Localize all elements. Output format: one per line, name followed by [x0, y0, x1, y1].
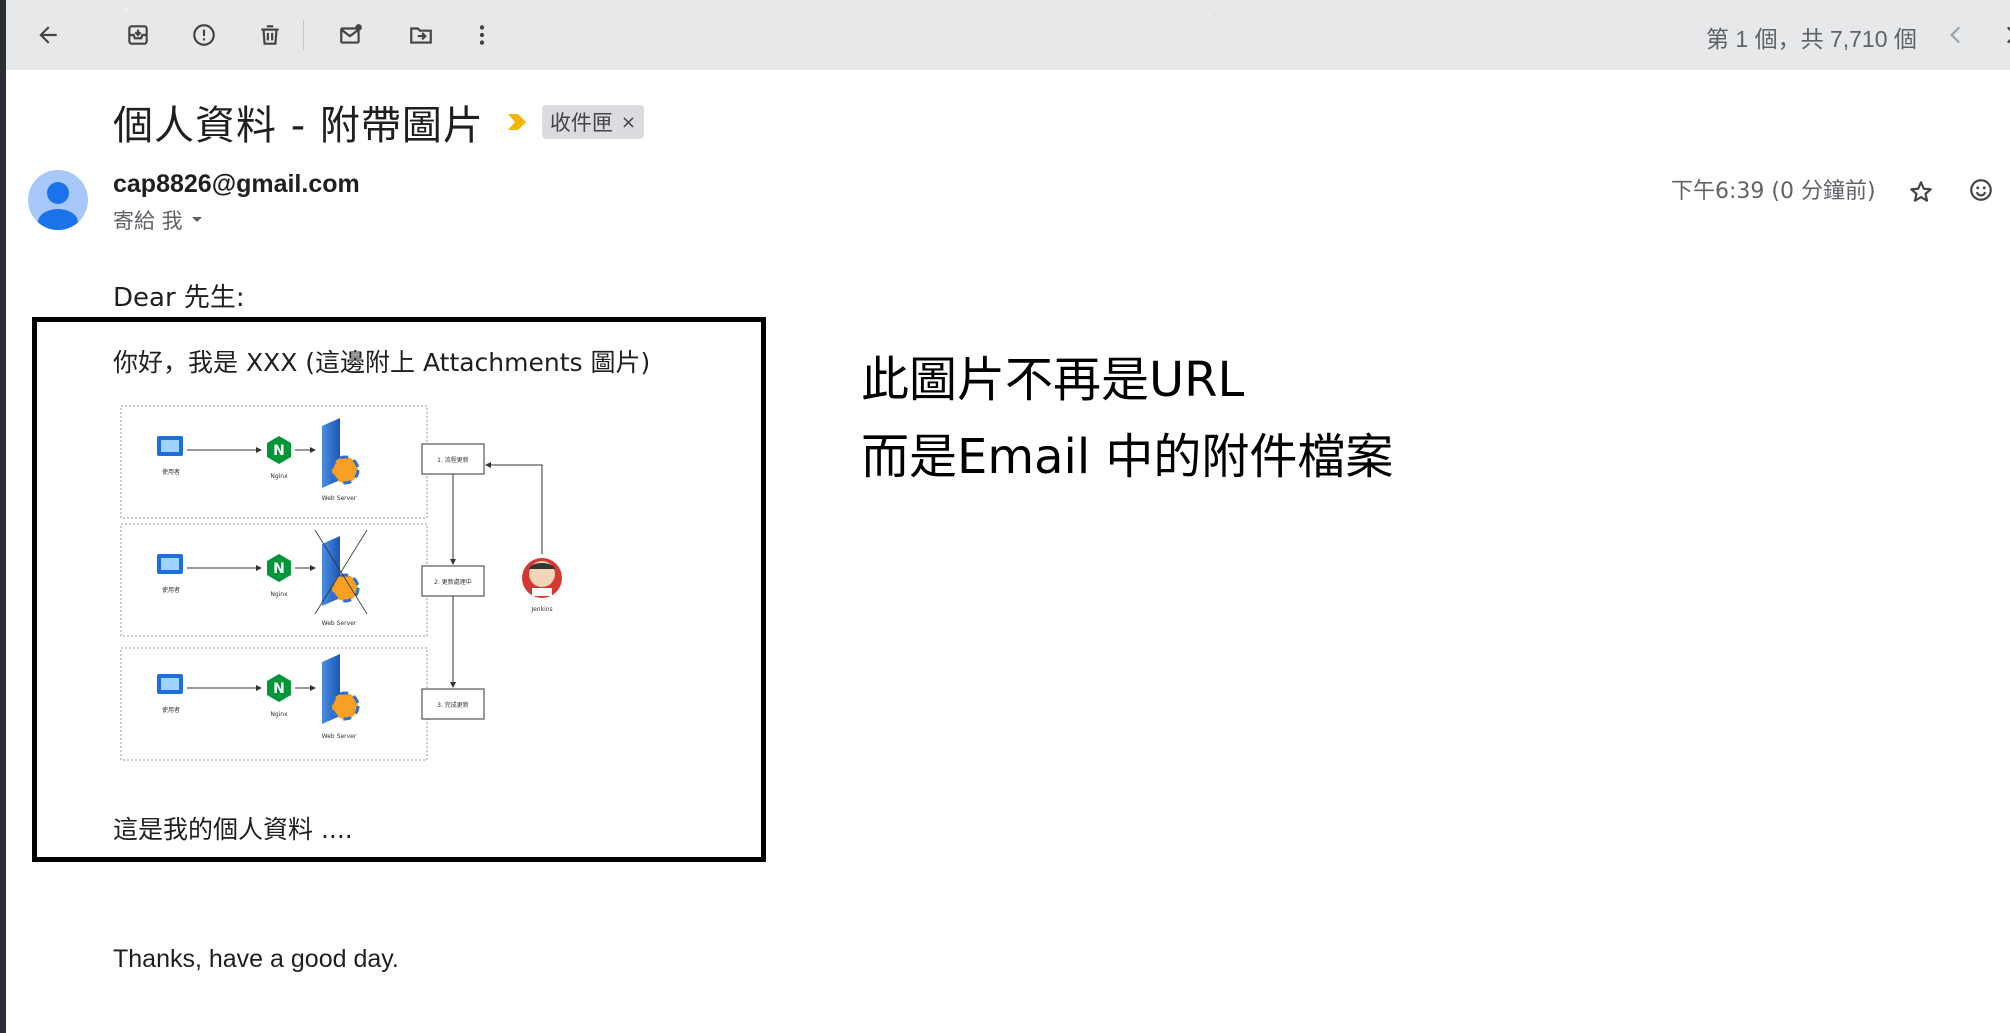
email-closing-note: 這是我的個人資料 .... [113, 815, 353, 844]
recipient-text: 寄給 我 [113, 209, 183, 233]
svg-text:N: N [273, 561, 285, 577]
caret-down-icon [191, 217, 202, 222]
diagram-panel [120, 523, 428, 637]
diagram-row-2: 使用者 N Nginx Web Server [157, 529, 368, 627]
attached-architecture-diagram[interactable]: 使用者 N Nginx Web Server 使用者 N Nginx Web S… [119, 404, 569, 769]
more-vertical-icon [479, 25, 485, 45]
alert-circle-icon [193, 24, 215, 46]
back-button[interactable] [28, 15, 68, 55]
label-chip-inbox: 收件匣 × [541, 105, 644, 139]
step-label: 3. 完成更新 [437, 701, 469, 709]
svg-text:N: N [273, 443, 285, 459]
sender-email[interactable]: cap8826@gmail.com [113, 170, 360, 199]
diagram-panel [120, 647, 428, 761]
email-intro: 你好，我是 XXX (這邊附上 Attachments 圖片) [113, 348, 651, 377]
diagram-row-3: 使用者 N Nginx Web Server [157, 654, 360, 740]
diagram-panel [120, 405, 428, 519]
folder-move-icon [410, 27, 432, 44]
mark-unread-button[interactable] [331, 15, 371, 55]
mail-unread-icon [340, 24, 362, 44]
message-toolbar: 第 1 個，共 7,710 個 [6, 0, 2010, 70]
archive-icon [128, 25, 148, 45]
message-timestamp: 下午6:39 (0 分鐘前) [1671, 179, 1876, 204]
older-button[interactable] [1991, 15, 2010, 55]
trash-icon [261, 25, 279, 45]
pager-count: 第 1 個，共 7,710 個 [1706, 26, 1917, 52]
user-label: 使用者 [162, 586, 180, 594]
star-icon [1910, 181, 1932, 202]
archive-button[interactable] [118, 15, 158, 55]
importance-marker-icon[interactable] [506, 112, 528, 132]
server-label: Web Server [322, 620, 357, 627]
remove-label-button[interactable]: × [621, 112, 636, 133]
email-subject: 個人資料 - 附帶圖片 [113, 103, 484, 149]
subject-row: 個人資料 - 附帶圖片 收件匣 × [113, 92, 644, 152]
nginx-label: Nginx [270, 591, 288, 598]
step-label: 1. 流程更新 [437, 456, 469, 464]
diagram-row-1: 使用者 N Nginx Web Server [157, 418, 360, 502]
star-button[interactable] [1901, 172, 1941, 212]
email-greeting: Dear 先生: [113, 283, 245, 313]
annotation-line-2: 而是Email 中的附件檔案 [861, 429, 1394, 485]
person-icon [38, 182, 78, 230]
svg-text:N: N [273, 681, 285, 697]
toolbar-divider [303, 20, 304, 50]
sender-avatar[interactable] [28, 170, 88, 230]
email-signoff: Thanks, have a good day. [113, 945, 399, 973]
server-label: Web Server [322, 733, 357, 740]
nginx-label: Nginx [270, 711, 288, 718]
gmail-message-view: 第 1 個，共 7,710 個 個人資料 - 附帶圖片 收件匣 × cap882… [6, 0, 2010, 1033]
jenkins-logo [522, 558, 562, 598]
step-label: 2. 更新處理中 [434, 578, 472, 586]
delete-button[interactable] [250, 15, 290, 55]
report-spam-button[interactable] [184, 15, 224, 55]
newer-button[interactable] [1936, 15, 1976, 55]
add-reaction-button[interactable] [1961, 170, 2001, 210]
jenkins-label: Jenkins [530, 606, 552, 613]
arrow-left-icon [39, 26, 57, 44]
move-to-button[interactable] [401, 15, 441, 55]
user-label: 使用者 [162, 468, 180, 476]
chevron-left-icon [1950, 26, 1961, 44]
annotation-line-1: 此圖片不再是URL [861, 352, 1245, 408]
recipient-line[interactable]: 寄給 我 [113, 205, 203, 235]
user-label: 使用者 [162, 706, 180, 714]
more-button[interactable] [462, 15, 502, 55]
chevron-right-icon [2006, 26, 2010, 44]
label-chip-text: 收件匣 [549, 111, 613, 135]
smiley-icon [1970, 179, 1992, 201]
server-label: Web Server [322, 495, 357, 502]
nginx-label: Nginx [270, 473, 288, 480]
